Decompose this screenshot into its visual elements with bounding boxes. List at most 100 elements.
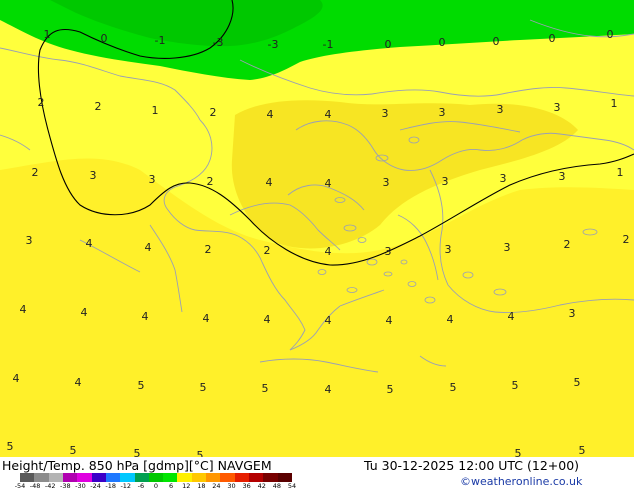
map-value-label: 4 [145, 241, 152, 254]
map-value-label: 5 [70, 444, 77, 457]
color-scale-label: -54 [14, 482, 26, 490]
color-scale-bar [20, 473, 292, 482]
color-swatch [263, 473, 278, 482]
map-value-label: 2 [207, 175, 214, 188]
map-value-label: 4 [325, 245, 332, 258]
map-value-label: 5 [512, 379, 519, 392]
map-value-label: 4 [386, 314, 393, 327]
map-value-label: 5 [515, 447, 522, 457]
map-value-label: 3 [559, 170, 566, 183]
color-swatch [177, 473, 192, 482]
map-value-label: 4 [142, 310, 149, 323]
map-value-label: 5 [200, 381, 207, 394]
map-value-label: 4 [266, 176, 273, 189]
color-swatch [134, 473, 149, 482]
map-value-label: 4 [325, 108, 332, 121]
color-swatch [220, 473, 235, 482]
color-swatch [62, 473, 78, 482]
map-value-label: 3 [383, 176, 390, 189]
map-value-label: 2 [205, 243, 212, 256]
color-swatch [91, 473, 106, 482]
map-value-label: 4 [325, 314, 332, 327]
color-scale-label: -48 [29, 482, 41, 490]
map-value-label: 4 [325, 177, 332, 190]
map-value-label: 5 [138, 379, 145, 392]
color-scale-label: 24 [212, 482, 221, 490]
map-value-label: 4 [508, 310, 515, 323]
color-swatch [77, 473, 92, 482]
map-value-label: 2 [564, 238, 571, 251]
color-scale-label: 36 [242, 482, 251, 490]
map-value-label: -1 [323, 38, 334, 51]
map-value-label: 5 [262, 382, 269, 395]
map-value-label: 0 [549, 32, 556, 45]
map-value-label: 4 [264, 313, 271, 326]
color-scale-label: -42 [44, 482, 56, 490]
map-value-label: 4 [203, 312, 210, 325]
color-swatch [249, 473, 264, 482]
color-swatch [105, 473, 121, 482]
map-value-label: 4 [447, 313, 454, 326]
color-scale-label: 18 [197, 482, 206, 490]
map-value-label: 3 [26, 234, 33, 247]
map-value-label: 0 [439, 36, 446, 49]
map-value-label: 1 [44, 28, 51, 41]
map-value-label: -3 [268, 38, 279, 51]
map-value-label: 4 [20, 303, 27, 316]
map-value-label: 0 [101, 32, 108, 45]
map-value-label: 4 [325, 383, 332, 396]
color-swatch [206, 473, 221, 482]
map-value-label: 4 [267, 108, 274, 121]
map-value-label: 4 [81, 306, 88, 319]
map-value-label: 3 [442, 175, 449, 188]
color-scale-label: 42 [257, 482, 266, 490]
map-value-label: 0 [385, 38, 392, 51]
credit-link[interactable]: ©weatheronline.co.uk [460, 475, 582, 488]
color-scale-label: -24 [90, 482, 101, 490]
color-scale-label: 48 [272, 482, 282, 490]
color-scale-labels: -54 -48 -42 -38 -30 -24 -18 -12 -6 0 6 12 18 24 30 36 42… [15, 483, 300, 490]
map-value-label: 3 [445, 243, 452, 256]
color-scale-label: 12 [182, 482, 191, 490]
color-swatch [34, 473, 49, 482]
map-value-label: 1 [617, 166, 624, 179]
color-scale-label: 54 [287, 482, 297, 490]
map-value-label: 2 [623, 233, 630, 246]
map-value-label: 4 [86, 237, 93, 250]
map-value-label: 3 [382, 107, 389, 120]
map-value-label: 0 [493, 35, 500, 48]
map-value-label: 4 [13, 372, 20, 385]
map-value-label: 3 [90, 169, 97, 182]
map-value-label: 3 [504, 241, 511, 254]
map-value-label: 2 [95, 100, 102, 113]
map-value-label: 4 [75, 376, 82, 389]
color-scale-label: -18 [105, 482, 116, 490]
map-value-label: 3 [385, 245, 392, 258]
map-footer: Height/Temp. 850 hPa [gdmp][°C] NAVGEM T… [0, 457, 634, 490]
map-value-label: 0 [607, 28, 614, 41]
map-value-label: 2 [32, 166, 39, 179]
map-value-label: 5 [7, 440, 14, 453]
map-value-label: 5 [387, 383, 394, 396]
map-value-label: 2 [210, 106, 217, 119]
color-scale-label: -38 [60, 482, 71, 490]
color-swatch [163, 473, 178, 482]
map-value-label: 3 [149, 173, 156, 186]
color-scale-label: 6 [169, 482, 174, 490]
color-scale-label: -12 [120, 482, 132, 490]
forecast-datetime: Tu 30-12-2025 12:00 UTC (12+00) [364, 458, 580, 473]
map-value-label: 3 [554, 101, 561, 114]
color-swatch [20, 473, 35, 482]
map-value-label: 3 [569, 307, 576, 320]
map-value-label: 5 [134, 447, 141, 457]
color-swatch [277, 473, 292, 482]
map-value-label: 3 [497, 103, 504, 116]
map-value-label: 1 [152, 104, 159, 117]
color-scale-label: 30 [227, 482, 236, 490]
map-value-label: 5 [197, 449, 204, 457]
map-canvas: 1 0 -1 -3 -3 -1 0 0 0 0 0 2 2 1 2 4 4 3 3 3 3 1 2 3 3 2 4 4 3 3 3 3 1 3 4 4… [0, 0, 634, 457]
map-value-label: 2 [38, 96, 45, 109]
map-value-label: 5 [579, 444, 586, 457]
map-value-label: -3 [213, 36, 224, 49]
map-value-label: 5 [450, 381, 457, 394]
